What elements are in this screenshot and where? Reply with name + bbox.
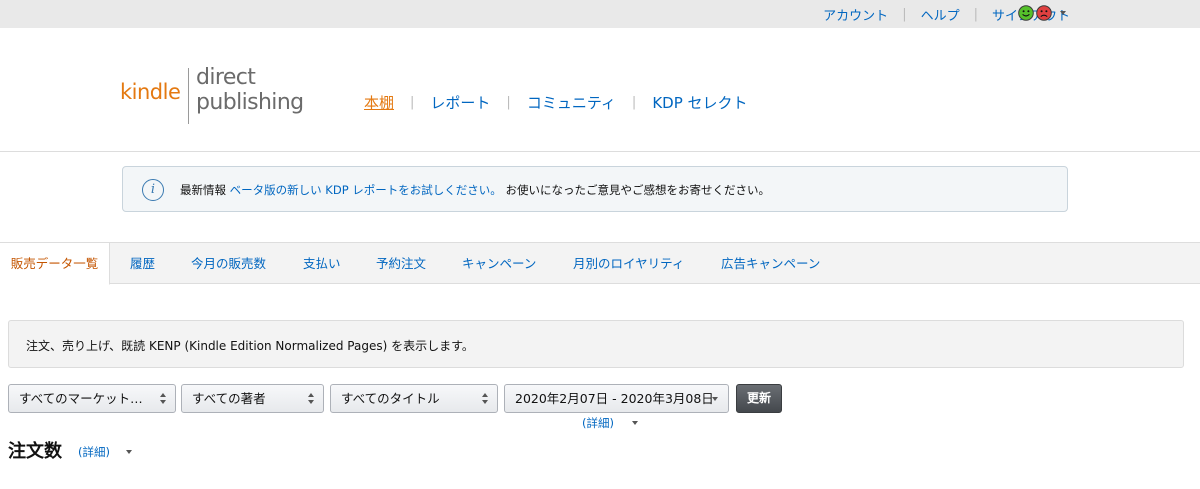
title-select[interactable]: すべてのタイトル — [330, 384, 498, 413]
tab-ad-campaigns[interactable]: 広告キャンペーン — [721, 243, 820, 284]
tab-history[interactable]: 履歴 — [130, 243, 155, 284]
orders-heading: 注文数 — [8, 441, 62, 462]
header-divider — [0, 151, 1200, 152]
tab-monthly-royalties[interactable]: 月別のロイヤリティ — [573, 243, 684, 284]
beta-reports-link[interactable]: ベータ版の新しい KDP レポートをお試しください。 — [230, 183, 502, 197]
sad-face-icon[interactable] — [1036, 5, 1052, 21]
info-notice: i 最新情報 ベータ版の新しい KDP レポートをお試しください。 お使いになっ… — [122, 166, 1068, 212]
nav-kdp-select[interactable]: KDP セレクト — [652, 92, 747, 113]
description-text: 注文、売り上げ、既読 KENP (Kindle Edition Normaliz… — [26, 339, 474, 353]
feedback-faces[interactable] — [1018, 5, 1066, 21]
select-arrows-icon — [160, 393, 167, 405]
update-button[interactable]: 更新 — [736, 384, 782, 413]
divider: | — [631, 95, 637, 110]
top-utility-bar: アカウント | ヘルプ | サインアウト — [0, 0, 1200, 28]
title-value: すべてのタイトル — [341, 391, 440, 406]
orders-details-toggle[interactable]: (詳細) — [78, 444, 132, 460]
marketplace-select[interactable]: すべてのマーケット… — [8, 384, 176, 413]
divider: | — [506, 95, 511, 110]
author-value: すべての著者 — [192, 391, 266, 406]
date-range-select[interactable]: 2020年2月07日 - 2020年3月08日 — [504, 384, 729, 413]
marketplace-value: すべてのマーケット… — [19, 391, 143, 406]
chevron-down-icon[interactable] — [631, 421, 638, 425]
report-tabs: 販売データ一覧 履歴 今月の販売数 支払い 予約注文 キャンペーン 月別のロイヤ… — [0, 242, 1200, 285]
chevron-down-icon[interactable] — [1060, 11, 1066, 15]
nav-reports[interactable]: レポート — [430, 92, 490, 113]
select-arrows-icon — [482, 393, 489, 405]
tab-payments[interactable]: 支払い — [303, 243, 341, 284]
notice-label: 最新情報 — [180, 183, 226, 197]
chevron-down-icon — [712, 397, 718, 401]
tab-sales-dashboard[interactable]: 販売データ一覧 — [0, 243, 110, 285]
date-range-value: 2020年2月07日 - 2020年3月08日 — [515, 391, 714, 406]
author-select[interactable]: すべての著者 — [181, 384, 324, 413]
help-link[interactable]: ヘルプ — [921, 5, 960, 24]
filter-details-toggle[interactable]: (詳細) — [582, 415, 638, 431]
divider: | — [902, 7, 907, 22]
details-link[interactable]: (詳細) — [582, 415, 614, 431]
orders-details-link[interactable]: (詳細) — [78, 444, 110, 460]
chevron-down-icon[interactable] — [125, 450, 132, 454]
info-icon: i — [142, 179, 164, 201]
nav-community[interactable]: コミュニティ — [527, 92, 616, 113]
main-nav: 本棚 | レポート | コミュニティ | KDP セレクト — [364, 92, 748, 113]
logo-direct: direct — [196, 65, 256, 90]
logo-kindle: kindle — [120, 80, 181, 104]
description-box: 注文、売り上げ、既読 KENP (Kindle Edition Normaliz… — [8, 320, 1184, 368]
tab-month-to-date[interactable]: 今月の販売数 — [191, 243, 266, 284]
select-arrows-icon — [308, 393, 315, 405]
logo-publishing: publishing — [196, 90, 304, 115]
tab-promotions[interactable]: キャンペーン — [462, 243, 536, 284]
divider: | — [973, 7, 978, 22]
account-link[interactable]: アカウント — [823, 5, 888, 24]
notice-text: 最新情報 ベータ版の新しい KDP レポートをお試しください。 お使いになったご… — [180, 182, 770, 198]
notice-message: お使いになったご意見やご感想をお寄せください。 — [505, 183, 770, 197]
happy-face-icon[interactable] — [1018, 5, 1034, 21]
tab-preorders[interactable]: 予約注文 — [376, 243, 426, 284]
nav-bookshelf[interactable]: 本棚 — [364, 92, 394, 113]
logo-divider — [188, 68, 189, 124]
divider: | — [410, 95, 415, 110]
